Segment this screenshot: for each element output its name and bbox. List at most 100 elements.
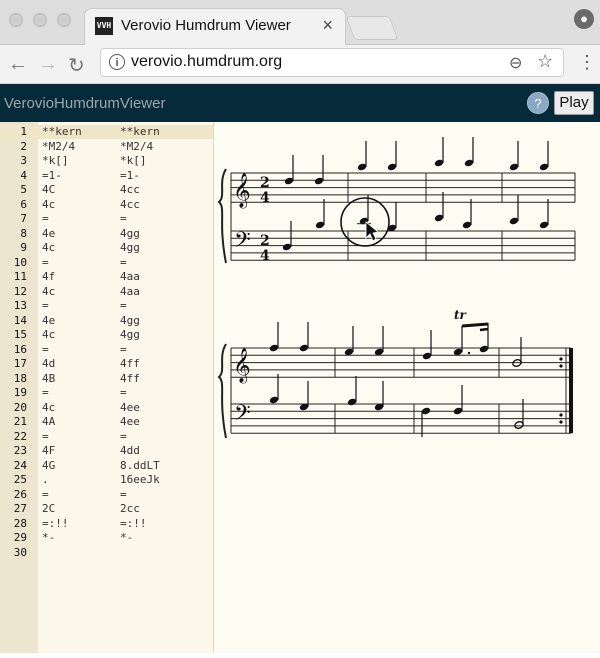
time-signature-top: 2	[260, 175, 270, 191]
spine-2-token[interactable]: 4gg	[120, 328, 140, 342]
humdrum-editor[interactable]: 1 **kern **kern 2 *M2/4 *M2/4 3 *k[] *k[] 4 =1- =1-…	[0, 122, 214, 653]
profile-icon[interactable]: ●	[574, 9, 594, 29]
window-minimize-button[interactable]	[33, 13, 47, 27]
window-zoom-button[interactable]	[57, 13, 71, 27]
line-number: 5	[20, 183, 27, 196]
spine-1-token[interactable]: =	[42, 212, 49, 226]
line-number: 27	[13, 502, 27, 515]
spine-1-token[interactable]: 4C	[42, 183, 55, 197]
spine-2-token[interactable]: 4ff	[120, 372, 140, 386]
spine-2-token[interactable]: =	[120, 386, 127, 400]
spine-2-token[interactable]: 4cc	[120, 183, 140, 197]
address-bar[interactable]: i verovio.humdrum.org ⊖ ☆	[100, 48, 564, 77]
spine-2-token[interactable]: 4ee	[120, 401, 140, 415]
back-icon[interactable]: ←	[8, 53, 28, 76]
spine-2-token[interactable]: 4cc	[120, 198, 140, 212]
spine-2-token[interactable]: =	[120, 256, 127, 270]
line-number: 24	[13, 458, 27, 472]
spine-1-token[interactable]: =:!!	[42, 517, 69, 531]
line-number: 13	[13, 299, 27, 312]
spine-2-token[interactable]: 4gg	[120, 314, 140, 328]
spine-1-token[interactable]: 4e	[42, 314, 55, 328]
spine-1-token[interactable]: 2C	[42, 502, 55, 516]
spine-1-token[interactable]: **kern	[42, 125, 82, 139]
tab-title: Verovio Humdrum Viewer	[121, 17, 291, 34]
new-tab-button[interactable]	[345, 16, 399, 40]
browser-tab-strip: VVH Verovio Humdrum Viewer × ●	[0, 0, 600, 45]
time-signature-top: 2	[260, 233, 270, 249]
line-number: 4	[20, 168, 27, 182]
spine-1-token[interactable]: *M2/4	[42, 140, 75, 154]
time-signature-bottom: 4	[260, 190, 270, 206]
bass-clef-icon: 𝄢	[234, 228, 251, 258]
spine-2-token[interactable]: =	[120, 299, 127, 313]
spine-2-token[interactable]: 4dd	[120, 444, 140, 458]
tab-close-icon[interactable]: ×	[322, 15, 333, 36]
treble-clef-icon: 𝄞	[233, 348, 251, 384]
spine-2-token[interactable]: 4gg	[120, 227, 140, 241]
line-number: 10	[13, 255, 27, 269]
spine-1-token[interactable]: =	[42, 386, 49, 400]
help-button[interactable]: ?	[527, 92, 549, 114]
system-brace	[217, 343, 227, 439]
reload-icon[interactable]: ↻	[68, 53, 85, 78]
spine-2-token[interactable]: 4ee	[120, 415, 140, 429]
site-favicon-icon: VVH	[95, 17, 113, 35]
spine-1-token[interactable]: =	[42, 488, 49, 502]
repeat-dot	[559, 357, 563, 361]
spine-2-token[interactable]: =	[120, 488, 127, 502]
spine-2-token[interactable]: 4aa	[120, 270, 140, 284]
spine-1-token[interactable]: =1-	[42, 169, 62, 183]
spine-1-token[interactable]: =	[42, 256, 49, 270]
window-close-button[interactable]	[9, 13, 23, 27]
zoom-icon[interactable]: ⊖	[509, 53, 522, 73]
spine-2-token[interactable]: =1-	[120, 169, 140, 183]
music-score[interactable]: 𝄞𝄢2424𝄞𝄢tr	[214, 122, 600, 653]
spine-1-token[interactable]: 4G	[42, 459, 55, 473]
spine-2-token[interactable]: 16eeJk	[120, 473, 160, 487]
spine-1-token[interactable]: 4f	[42, 270, 55, 284]
spine-1-token[interactable]: =	[42, 343, 49, 357]
spine-1-token[interactable]: 4F	[42, 444, 55, 458]
spine-2-token[interactable]: *M2/4	[120, 140, 153, 154]
spine-1-token[interactable]: 4e	[42, 227, 55, 241]
spine-2-token[interactable]: *k[]	[120, 154, 147, 168]
line-number: 20	[13, 400, 27, 414]
play-button[interactable]: Play	[554, 91, 594, 115]
menu-icon[interactable]: ⋮	[578, 52, 596, 73]
spine-2-token[interactable]: =	[120, 212, 127, 226]
spine-2-token[interactable]: *-	[120, 531, 133, 545]
star-icon[interactable]: ☆	[537, 51, 553, 72]
spine-1-token[interactable]: 4c	[42, 198, 55, 212]
line-number: 9	[20, 241, 27, 254]
spine-1-token[interactable]: 4c	[42, 328, 55, 342]
info-icon[interactable]: i	[109, 54, 125, 70]
spine-1-token[interactable]: 4c	[42, 401, 55, 415]
spine-1-token[interactable]: 4d	[42, 357, 55, 371]
spine-1-token[interactable]: =	[42, 299, 49, 313]
spine-2-token[interactable]: =	[120, 343, 127, 357]
spine-1-token[interactable]: 4c	[42, 285, 55, 299]
browser-tab-active[interactable]: VVH Verovio Humdrum Viewer ×	[84, 8, 346, 45]
spine-1-token[interactable]: 4B	[42, 372, 55, 386]
spine-1-token[interactable]: .	[42, 473, 49, 487]
forward-icon[interactable]: →	[38, 53, 58, 76]
spine-1-token[interactable]: 4A	[42, 415, 55, 429]
spine-2-token[interactable]: **kern	[120, 125, 160, 139]
spine-1-token[interactable]: *-	[42, 531, 55, 545]
spine-2-token[interactable]: 8.ddLT	[120, 459, 160, 473]
spine-1-token[interactable]: 4c	[42, 241, 55, 255]
spine-1-token[interactable]: *k[]	[42, 154, 69, 168]
spine-2-token[interactable]: 4gg	[120, 241, 140, 255]
notation-panel[interactable]: 𝄞 𝄢 2 4 2 4 𝄞 𝄢 tr	[214, 122, 600, 653]
line-number: 26	[13, 487, 27, 501]
spine-2-token[interactable]: 4ff	[120, 357, 140, 371]
spine-2-token[interactable]: 2cc	[120, 502, 140, 516]
editor-line[interactable]: 1 **kern **kern	[0, 125, 213, 139]
spine-1-token[interactable]: =	[42, 430, 49, 444]
line-number: 15	[13, 328, 27, 341]
spine-2-token[interactable]: 4aa	[120, 285, 140, 299]
line-number: 22	[13, 429, 27, 443]
spine-2-token[interactable]: =:!!	[120, 517, 147, 531]
spine-2-token[interactable]: =	[120, 430, 127, 444]
